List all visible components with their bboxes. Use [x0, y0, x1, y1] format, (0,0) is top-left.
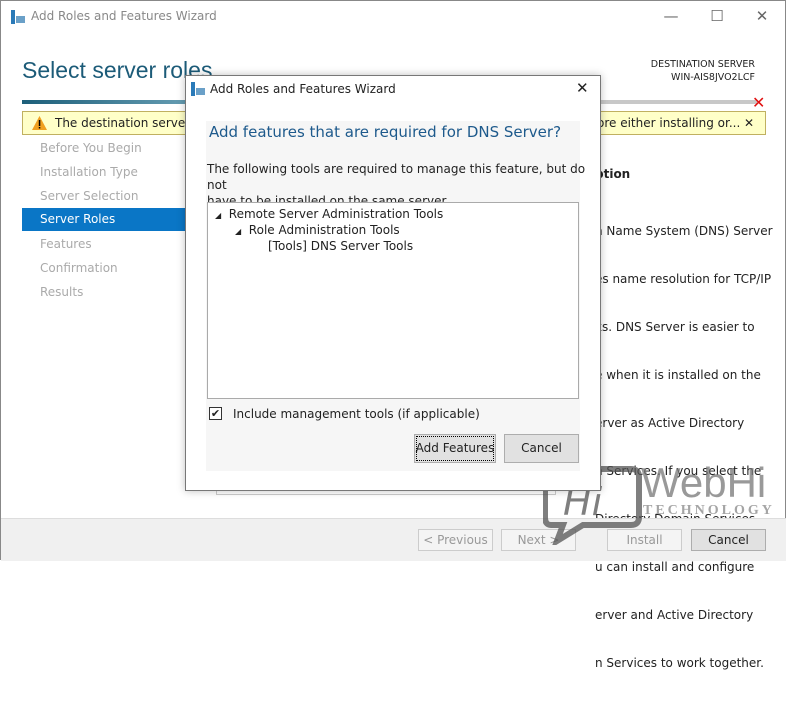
- tree-item-label: Role Administration Tools: [248, 223, 400, 237]
- description-line: ks. DNS Server is easier to: [595, 320, 755, 334]
- tree-item[interactable]: [Tools] DNS Server Tools: [268, 239, 413, 253]
- watermark-brand: WebHi: [641, 459, 767, 506]
- dialog-close-button[interactable]: ✕: [576, 79, 589, 97]
- warning-icon: [32, 116, 47, 130]
- description-line: es name resolution for TCP/IP: [595, 272, 772, 286]
- window-title: Add Roles and Features Wizard: [31, 9, 217, 23]
- error-x-icon: ✕: [752, 93, 766, 112]
- close-button[interactable]: ✕: [752, 7, 772, 25]
- server-manager-icon: [191, 82, 205, 96]
- sidebar-item-before-you-begin[interactable]: Before You Begin: [22, 137, 186, 160]
- server-manager-icon: [11, 10, 25, 24]
- expand-triangle-icon: ◢: [215, 211, 222, 220]
- add-features-dialog: Add Roles and Features Wizard ✕ Add feat…: [185, 75, 601, 491]
- description-line: n Services to work together.: [595, 656, 764, 670]
- watermark-tagline: TECHNOLOGY: [643, 503, 775, 518]
- required-features-tree[interactable]: ◢ Remote Server Administration Tools ◢ R…: [207, 202, 579, 399]
- dialog-title: Add Roles and Features Wizard: [210, 82, 396, 96]
- banner-text-right: ore either installing or...: [597, 116, 741, 130]
- title-bar: Add Roles and Features Wizard — ☐ ✕: [1, 1, 786, 33]
- include-tools-checkbox[interactable]: ✔: [209, 407, 222, 420]
- destination-label: DESTINATION SERVER: [650, 59, 755, 70]
- sidebar-item-confirmation[interactable]: Confirmation: [22, 257, 186, 280]
- description-line: n Name System (DNS) Server: [595, 224, 773, 238]
- sidebar-item-server-roles[interactable]: Server Roles: [22, 208, 186, 231]
- add-features-button[interactable]: Add Features: [414, 434, 496, 463]
- previous-button[interactable]: < Previous: [418, 529, 493, 551]
- description-line: u can install and configure: [595, 560, 755, 574]
- tree-item[interactable]: ◢ Remote Server Administration Tools: [215, 207, 443, 221]
- sidebar-item-features[interactable]: Features: [22, 233, 186, 256]
- description-line: e when it is installed on the: [595, 368, 761, 382]
- dialog-message-line: The following tools are required to mana…: [207, 162, 586, 192]
- sidebar-item-server-selection[interactable]: Server Selection: [22, 185, 186, 208]
- include-tools-label[interactable]: Include management tools (if applicable): [233, 407, 480, 421]
- tree-item[interactable]: ◢ Role Administration Tools: [235, 223, 400, 237]
- tree-item-label: [Tools] DNS Server Tools: [268, 239, 414, 253]
- destination-name: WIN-AIS8JVO2LCF: [671, 72, 755, 83]
- maximize-button[interactable]: ☐: [707, 7, 727, 25]
- minimize-button[interactable]: —: [661, 7, 681, 25]
- sidebar-item-results[interactable]: Results: [22, 281, 186, 304]
- dialog-cancel-button[interactable]: Cancel: [504, 434, 579, 463]
- page-title: Select server roles: [22, 57, 213, 83]
- destination-server: DESTINATION SERVER WIN-AIS8JVO2LCF: [651, 58, 755, 84]
- dialog-heading: Add features that are required for DNS S…: [209, 123, 562, 141]
- description-text: n Name System (DNS) Server es name resol…: [595, 191, 773, 703]
- sidebar-item-installation-type[interactable]: Installation Type: [22, 161, 186, 184]
- description-line: erver and Active Directory: [595, 608, 754, 622]
- tree-item-label: Remote Server Administration Tools: [228, 207, 444, 221]
- description-line: erver as Active Directory: [595, 416, 745, 430]
- banner-close-button[interactable]: ✕: [744, 116, 754, 130]
- expand-triangle-icon: ◢: [235, 227, 242, 236]
